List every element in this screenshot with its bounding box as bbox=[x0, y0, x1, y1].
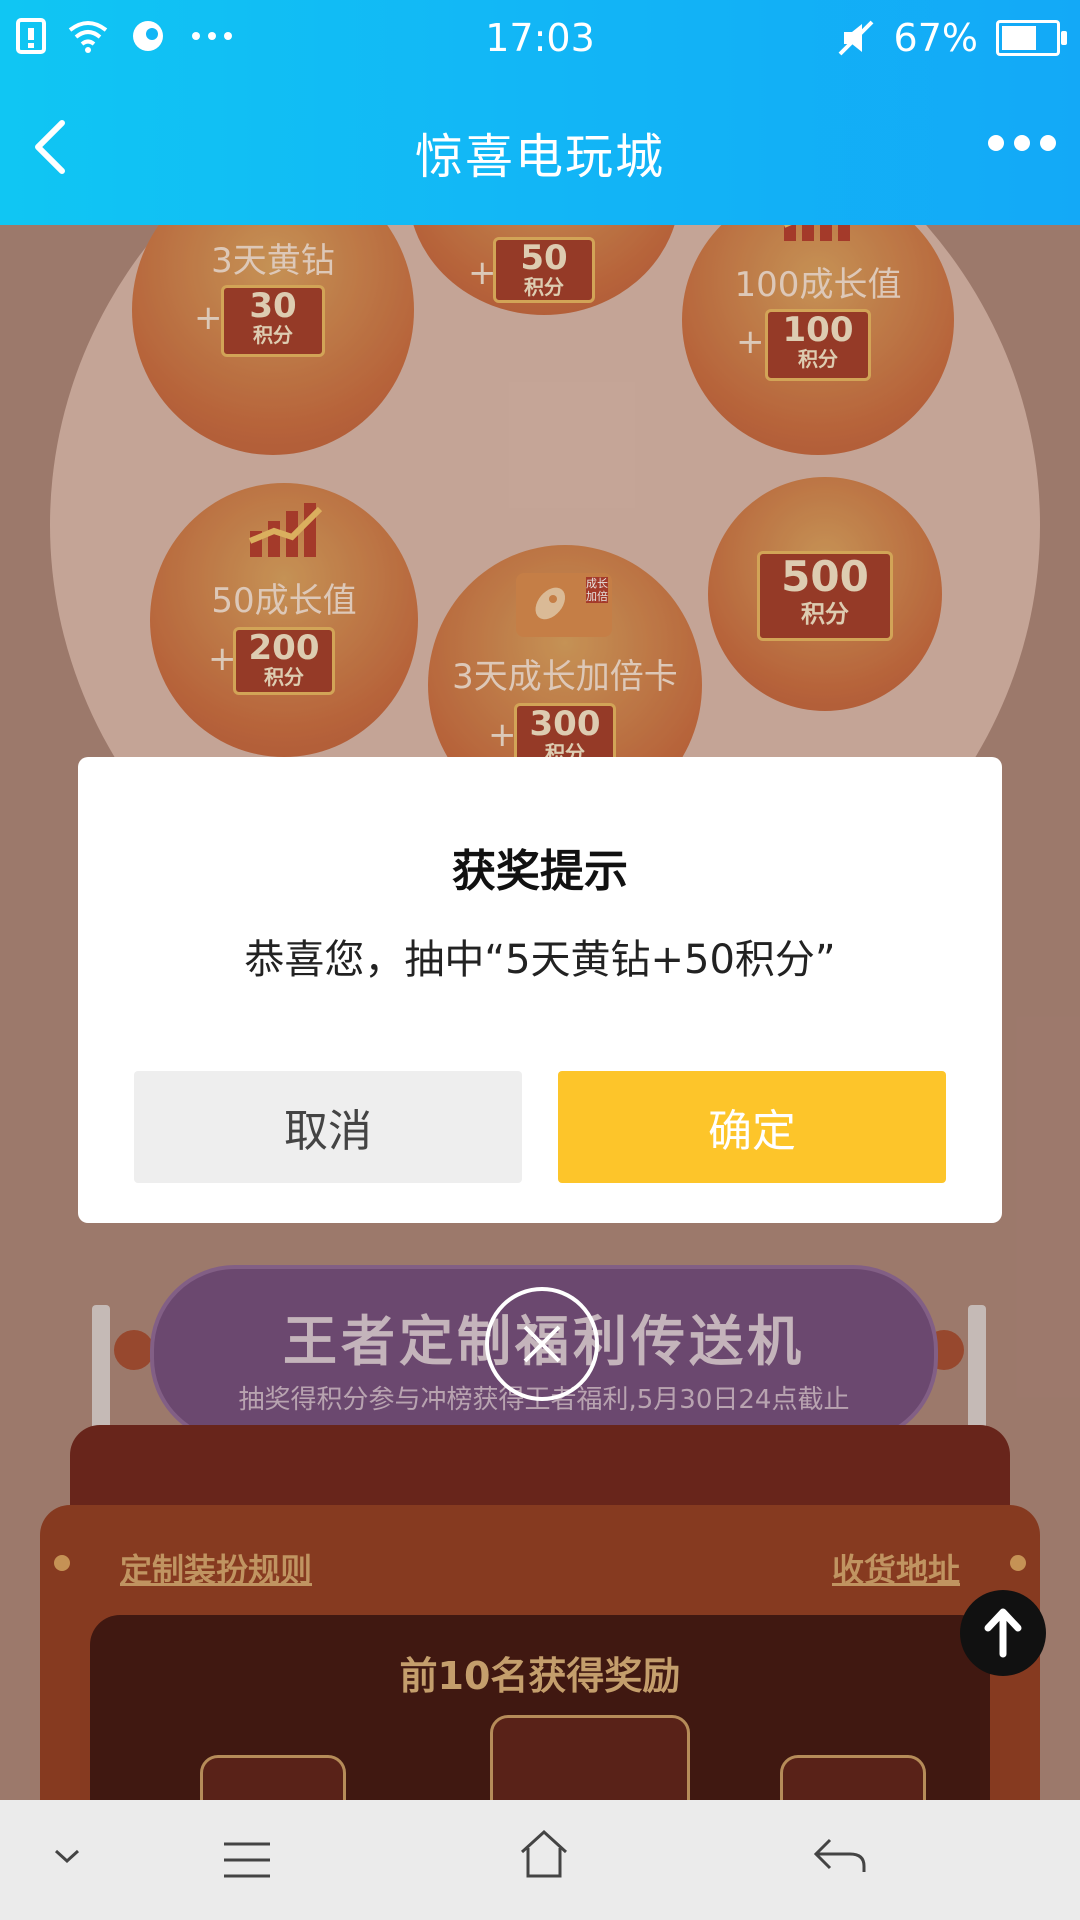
cancel-button[interactable]: 取消 bbox=[134, 1071, 522, 1183]
close-button[interactable] bbox=[485, 1287, 599, 1401]
scroll-top-button[interactable] bbox=[960, 1590, 1046, 1676]
menu-icon[interactable] bbox=[220, 1838, 274, 1882]
close-icon bbox=[523, 1325, 561, 1363]
back-arrow-icon[interactable] bbox=[812, 1836, 868, 1876]
mute-icon bbox=[838, 20, 873, 56]
battery-percent: 67% bbox=[893, 16, 978, 60]
confirm-button[interactable]: 确定 bbox=[558, 1071, 946, 1183]
more-horizontal-icon[interactable] bbox=[988, 135, 1056, 151]
dialog-title: 获奖提示 bbox=[452, 846, 628, 897]
dialog-message: 恭喜您，抽中“5天黄钻+50积分” bbox=[244, 937, 836, 983]
battery-icon bbox=[996, 20, 1067, 56]
nav-bar: 惊喜电玩城 bbox=[0, 95, 1080, 205]
home-icon[interactable] bbox=[518, 1828, 570, 1880]
system-nav-bar bbox=[0, 1800, 1080, 1920]
status-bar: 17:03 67% bbox=[0, 0, 1080, 80]
chevron-down-icon[interactable] bbox=[50, 1845, 84, 1869]
arrow-up-icon bbox=[984, 1608, 1022, 1658]
prize-dialog: 获奖提示 恭喜您，抽中“5天黄钻+50积分” 取消 确定 bbox=[78, 757, 1002, 1223]
top-bar: 17:03 67% 惊喜电玩城 bbox=[0, 0, 1080, 225]
page-title: 惊喜电玩城 bbox=[414, 129, 665, 185]
